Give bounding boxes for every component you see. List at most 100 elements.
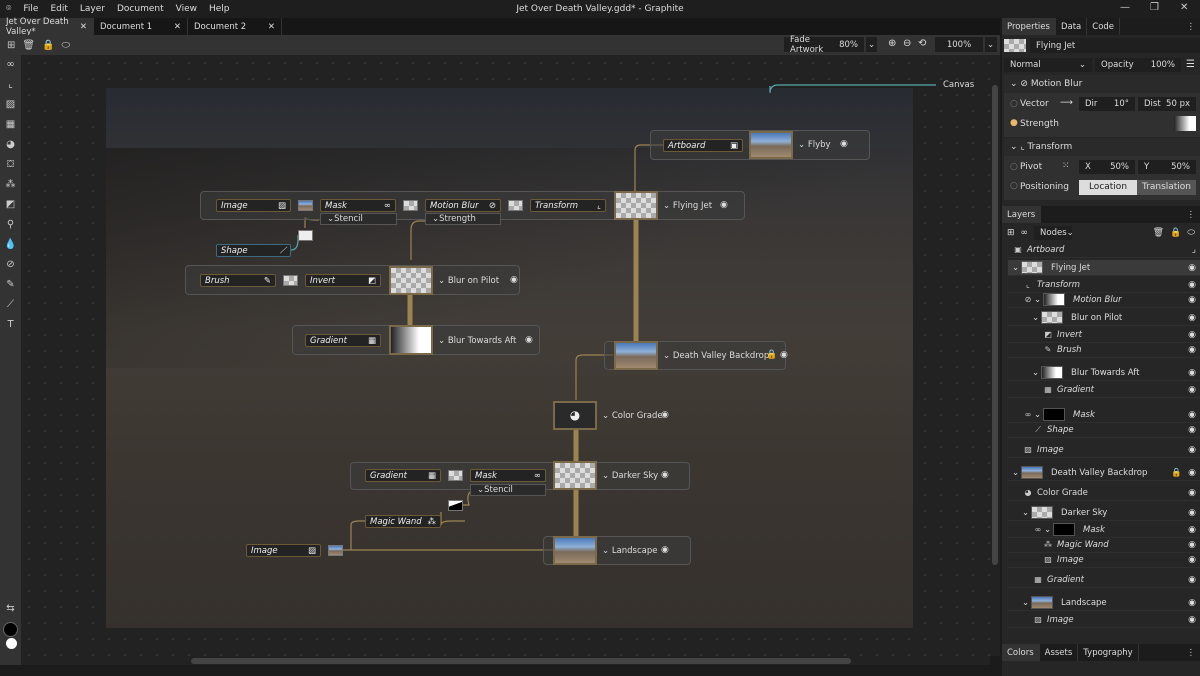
lock-icon[interactable]: 🔒 [766,350,777,360]
node-image[interactable]: Image ▨ [216,199,291,212]
node-brush[interactable]: Brush ✎ [200,274,276,287]
chevron-down-icon[interactable]: ⌄ [1034,295,1043,305]
angle-icon[interactable]: ⟶ [1060,98,1073,108]
path-tool-icon[interactable]: ⌞ [0,79,21,90]
chevron-down-icon[interactable]: ⌄ [1032,368,1041,378]
eye-icon[interactable]: ◉ [1188,295,1196,305]
close-window-icon[interactable]: ✕ [1180,2,1188,13]
eye-icon[interactable]: ◉ [661,410,669,420]
new-layer-icon[interactable]: ⊞ [7,40,15,51]
pin-tool-icon[interactable]: ⚲ [0,219,21,230]
node-gradient[interactable]: Gradient ▦ [305,334,381,347]
layer-row[interactable]: ⌄ Landscape ◉ [1008,595,1200,611]
layer-row[interactable]: ⌄ Blur on Pilot ◉ [1008,310,1200,326]
chevron-down-icon[interactable]: ⌄ [1012,468,1021,478]
blur-tool-icon[interactable]: ⊘ [0,259,21,270]
eye-icon[interactable]: ◉ [1188,313,1196,323]
tab-document-2[interactable]: Document 2 ✕ [188,18,282,35]
zoom-out-icon[interactable]: ⊖ [903,38,911,49]
node-shape[interactable]: Shape ⟋ [216,244,291,257]
more-icon[interactable]: ⋮ [1187,210,1200,220]
more-icon[interactable]: ⋮ [1187,648,1200,658]
motion-blur-header[interactable]: ⌄ ⊘ Motion Blur [1004,75,1200,93]
zoom-input[interactable]: 100% [935,37,983,52]
mask-icon[interactable]: ∞ [1021,228,1029,238]
node-magic-wand[interactable]: Magic Wand ⁂ [365,515,441,528]
layer-row[interactable]: ◕ Color Grade ◉ [1008,485,1200,501]
dir-input[interactable]: Dir 10° [1079,97,1135,111]
layer-row[interactable]: ⌞ Transform ◉ [1008,277,1200,293]
layer-row[interactable]: ▨ Image ◉ [1008,552,1200,568]
maximize-icon[interactable]: ❐ [1150,2,1159,13]
chevron-down-icon[interactable]: ⌄ [1032,313,1041,323]
eye-icon[interactable]: ◉ [661,470,669,480]
pivot-icon[interactable]: ⁙ [1062,161,1070,171]
primary-color-swatch[interactable] [3,622,18,637]
location-toggle[interactable]: Location [1079,180,1137,195]
vertical-scrollbar[interactable] [990,55,1000,656]
layer-row[interactable]: ⊘ ⌄ Motion Blur ◉ [1008,292,1200,308]
visibility-icon[interactable]: ⬭ [62,40,71,51]
dist-input[interactable]: Dist 50 px [1138,97,1196,111]
input-strength[interactable]: ⌄ Strength [425,213,501,225]
layer-row[interactable]: ∞ ⌄ Mask ◉ [1008,407,1200,423]
artboard-corner-icon[interactable]: ⌟ [1192,245,1196,255]
eye-icon[interactable]: ◉ [1188,368,1196,378]
eye-icon[interactable]: ◉ [1188,345,1196,355]
layer-row[interactable]: ∞ ⌄ Mask ◉ [1008,522,1200,538]
eye-icon[interactable]: ◉ [1188,385,1196,395]
eye-icon[interactable]: ◉ [1188,525,1196,535]
more-icon[interactable]: ⋮ [1187,22,1200,32]
eye-icon[interactable]: ◉ [661,545,669,555]
eye-icon[interactable]: ◉ [1188,615,1196,625]
app-logo-icon[interactable]: ⌾ [0,4,17,14]
layer-row[interactable]: ⟋ Shape ◉ [1008,422,1200,438]
menu-file[interactable]: File [17,4,44,14]
eye-icon[interactable]: ◉ [1188,445,1196,455]
radio-icon[interactable]: ○ [1010,181,1018,191]
layer-row[interactable]: ⌄ Darker Sky ◉ [1008,505,1200,521]
node-image[interactable]: Image ▨ [246,544,321,557]
pivot-y-input[interactable]: Y 50% [1138,160,1196,174]
text-tool-icon[interactable]: T [0,319,21,330]
image-tool-icon[interactable]: ▨ [0,99,21,110]
tab-layers[interactable]: Layers [1002,206,1042,223]
menu-help[interactable]: Help [203,4,236,14]
blend-mode-select[interactable]: Normal ⌄ [1004,58,1092,72]
node-invert[interactable]: Invert ◩ [305,274,381,287]
swap-colors-icon[interactable]: ⇆ [0,603,21,614]
grid-tool-icon[interactable]: ▦ [0,119,21,130]
chevron-down-icon[interactable]: ⌄ [1022,508,1031,518]
tab-properties[interactable]: Properties [1002,18,1056,35]
close-icon[interactable]: ✕ [80,22,87,32]
chevron-down-icon[interactable]: ⌄ [1012,263,1021,273]
node-mask[interactable]: Mask ∞ [320,199,396,212]
layer-row[interactable]: ▦ Gradient ◉ [1008,572,1200,588]
eye-icon[interactable]: ◉ [1188,263,1196,273]
menu-edit[interactable]: Edit [44,4,73,14]
visibility-icon[interactable]: ⬭ [1187,228,1195,238]
chevron-down-icon[interactable]: ⌄ [1022,598,1031,608]
node-transform[interactable]: Transform ⌞ [530,199,606,212]
eye-icon[interactable]: ◉ [780,350,788,360]
radio-icon[interactable]: ○ [1010,162,1018,172]
brush-tool-icon[interactable]: ✎ [0,279,21,290]
layer-name-input[interactable]: Flying Jet [1030,38,1200,53]
horizontal-scrollbar[interactable] [21,656,990,665]
palette-icon[interactable]: ◕ [553,401,597,430]
tab-data[interactable]: Data [1056,18,1088,35]
layer-row[interactable]: ▣ Artboard ⌟ [1008,242,1200,258]
node-graph-canvas[interactable]: Canvas Artboard ▣ ⌄ Flyby ◉ Image ▨ Mask ∞ … [21,55,990,656]
zoom-reset-icon[interactable]: ⟲ [918,38,926,49]
tab-jet-over-death-valley[interactable]: Jet Over Death Valley* ✕ [0,17,94,37]
close-icon[interactable]: ✕ [268,22,275,32]
layer-row[interactable]: ▨ Image ◉ [1008,612,1200,628]
magic-wand-icon[interactable]: ⁂ [0,179,21,190]
lock-icon[interactable]: 🔒 [1171,468,1182,478]
close-icon[interactable]: ✕ [174,22,181,32]
select-tool-icon[interactable]: ∞ [0,59,21,70]
fill-tool-icon[interactable]: ⛋ [0,159,21,170]
view-mode-select[interactable]: Nodes ⌄ [1034,226,1074,240]
scroll-thumb[interactable] [992,85,998,565]
tab-document-1[interactable]: Document 1 ✕ [94,18,188,35]
